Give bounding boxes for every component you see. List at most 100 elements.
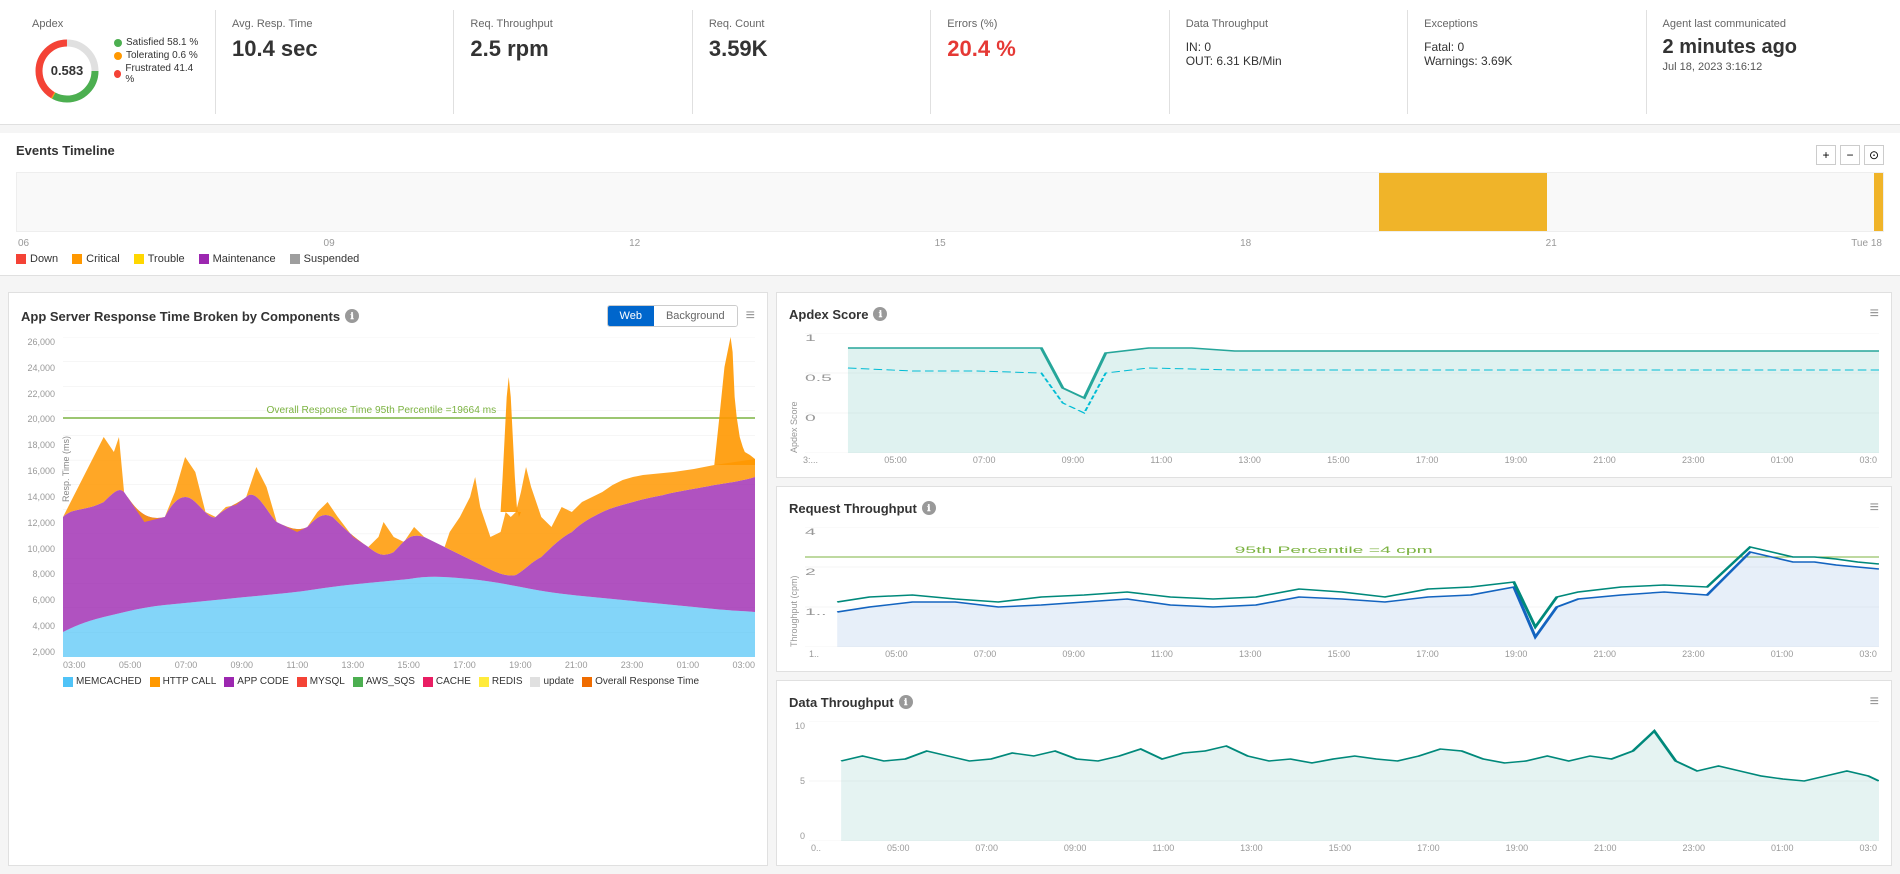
y-axis-label: Resp. Time (ms) xyxy=(61,436,71,502)
main-content: App Server Response Time Broken by Compo… xyxy=(0,284,1900,874)
avg-resp-title: Avg. Resp. Time xyxy=(232,18,437,30)
svg-text:Overall Response Time 95th Per: Overall Response Time 95th Percentile =1… xyxy=(267,405,497,416)
data-throughput-metric: Data Throughput IN: 0 OUT: 6.31 KB/Min xyxy=(1170,10,1408,114)
svg-text:0: 0 xyxy=(805,413,816,423)
update-legend-label: update xyxy=(543,676,574,687)
data-throughput-out: OUT: 6.31 KB/Min xyxy=(1186,54,1391,68)
appcode-legend-icon xyxy=(224,677,234,687)
req-throughput-y-label: Throughput (cpm) xyxy=(789,527,799,647)
cache-legend-label: CACHE xyxy=(436,676,471,687)
data-throughput-card: Data Throughput ℹ ≡ 1050 xyxy=(776,680,1892,866)
right-panel: Apdex Score ℹ ≡ Apdex Score xyxy=(776,292,1892,866)
memcached-legend-label: MEMCACHED xyxy=(76,676,142,687)
data-throughput-chart-header: Data Throughput ℹ ≡ xyxy=(789,693,1879,711)
exceptions-fatal: Fatal: 0 xyxy=(1424,40,1629,54)
req-throughput-metric: Req. Throughput 2.5 rpm xyxy=(454,10,692,114)
data-throughput-title: Data Throughput xyxy=(1186,18,1391,30)
zoom-in-button[interactable]: + xyxy=(1816,145,1836,165)
exceptions-metric: Exceptions Fatal: 0 Warnings: 3.69K xyxy=(1408,10,1646,114)
web-toggle-button[interactable]: Web xyxy=(608,306,654,326)
legend-maintenance-icon xyxy=(199,254,209,264)
awssqs-legend-icon xyxy=(353,677,363,687)
errors-value: 20.4 % xyxy=(947,36,1152,62)
zoom-out-button[interactable]: − xyxy=(1840,145,1860,165)
timeline-yellow-block xyxy=(1379,173,1547,231)
data-throughput-y-labels: 1050 xyxy=(789,721,805,841)
timeline-x-labels: 06 09 12 15 18 21 Tue 18 xyxy=(16,238,1884,249)
svg-text:1: 1 xyxy=(805,333,816,343)
legend-trouble-icon xyxy=(134,254,144,264)
req-throughput-value: 2.5 rpm xyxy=(470,36,675,62)
agent-last-value: 2 minutes ago xyxy=(1663,36,1868,59)
timeline-legend: Down Critical Trouble Maintenance Suspen… xyxy=(16,253,1884,265)
apdex-score-chart-area: 1 0.5 0 xyxy=(805,333,1879,453)
exceptions-warnings: Warnings: 3.69K xyxy=(1424,54,1629,68)
data-throughput-chart-area xyxy=(809,721,1879,841)
data-throughput-x-labels: 0..05:0007:0009:0011:00 13:0015:0017:001… xyxy=(809,843,1879,853)
timeline-yellow-right xyxy=(1874,173,1883,231)
legend-suspended-label: Suspended xyxy=(304,253,360,265)
cache-legend-icon xyxy=(423,677,433,687)
app-response-title: App Server Response Time Broken by Compo… xyxy=(21,309,359,324)
apdex-circle: 0.583 xyxy=(32,36,102,106)
legend-suspended-icon xyxy=(290,254,300,264)
x-axis-labels: 03:0005:0007:0009:0011:00 13:0015:0017:0… xyxy=(63,660,755,670)
top-metrics-bar: Apdex 0.583 Satisfied 58.1 % Tolerating … xyxy=(0,0,1900,125)
overall-legend-icon xyxy=(582,677,592,687)
background-toggle-button[interactable]: Background xyxy=(654,306,737,326)
req-throughput-x-labels: 1..05:0007:0009:0011:00 13:0015:0017:001… xyxy=(807,649,1879,659)
errors-metric: Errors (%) 20.4 % xyxy=(931,10,1169,114)
overall-legend-label: Overall Response Time xyxy=(595,676,699,687)
svg-text:1..: 1.. xyxy=(805,607,826,617)
redis-legend-label: REDIS xyxy=(492,676,523,687)
data-throughput-chart-title: Data Throughput ℹ xyxy=(789,695,913,710)
data-throughput-info-icon: ℹ xyxy=(899,695,913,709)
app-response-legend: MEMCACHED HTTP CALL APP CODE MYSQL AWS_S… xyxy=(63,676,755,687)
legend-trouble-label: Trouble xyxy=(148,253,185,265)
exceptions-title: Exceptions xyxy=(1424,18,1629,30)
req-throughput-chart-area: 4 2 1.. 95th Percentile =4 cpm xyxy=(805,527,1879,647)
agent-last-title: Agent last communicated xyxy=(1663,18,1868,30)
legend-down-icon xyxy=(16,254,26,264)
svg-text:95th Percentile =4 cpm: 95th Percentile =4 cpm xyxy=(1235,545,1433,555)
update-legend-icon xyxy=(530,677,540,687)
apdex-metric: Apdex 0.583 Satisfied 58.1 % Tolerating … xyxy=(16,10,216,114)
agent-last-date: Jul 18, 2023 3:16:12 xyxy=(1663,61,1868,73)
req-throughput-header: Request Throughput ℹ ≡ xyxy=(789,499,1879,517)
httpcall-legend-label: HTTP CALL xyxy=(163,676,217,687)
app-response-info-icon: ℹ xyxy=(345,309,359,323)
redis-legend-icon xyxy=(479,677,489,687)
zoom-controls: + − ⊙ xyxy=(1816,145,1884,165)
req-throughput-info-icon: ℹ xyxy=(922,501,936,515)
request-throughput-card: Request Throughput ℹ ≡ Throughput (cpm) … xyxy=(776,486,1892,672)
data-throughput-in: IN: 0 xyxy=(1186,40,1391,54)
req-throughput-title: Req. Throughput xyxy=(470,18,675,30)
apdex-score-info-icon: ℹ xyxy=(873,307,887,321)
req-count-title: Req. Count xyxy=(709,18,914,30)
events-timeline-section: Events Timeline + − ⊙ 06 09 12 15 18 21 … xyxy=(0,133,1900,276)
req-throughput-menu-icon[interactable]: ≡ xyxy=(1870,499,1879,517)
app-response-header: App Server Response Time Broken by Compo… xyxy=(21,305,755,327)
zoom-reset-button[interactable]: ⊙ xyxy=(1864,145,1884,165)
web-background-toggle[interactable]: Web Background xyxy=(607,305,738,327)
mysql-legend-label: MYSQL xyxy=(310,676,345,687)
events-timeline-title: Events Timeline xyxy=(16,143,115,158)
mysql-legend-icon xyxy=(297,677,307,687)
req-throughput-chart-title: Request Throughput ℹ xyxy=(789,501,936,516)
httpcall-legend-icon xyxy=(150,677,160,687)
data-throughput-menu-icon[interactable]: ≡ xyxy=(1870,693,1879,711)
app-response-chart-area: Overall Response Time 95th Percentile =1… xyxy=(63,337,755,657)
apdex-score-menu-icon[interactable]: ≡ xyxy=(1870,305,1879,323)
apdex-score-card: Apdex Score ℹ ≡ Apdex Score xyxy=(776,292,1892,478)
errors-title: Errors (%) xyxy=(947,18,1152,30)
appcode-legend-label: APP CODE xyxy=(237,676,289,687)
app-response-menu-icon[interactable]: ≡ xyxy=(746,307,755,325)
legend-maintenance-label: Maintenance xyxy=(213,253,276,265)
awssqs-legend-label: AWS_SQS xyxy=(366,676,415,687)
y-axis-labels: 26,00024,00022,00020,00018,000 16,00014,… xyxy=(21,337,59,657)
svg-text:2: 2 xyxy=(805,567,816,577)
avg-resp-value: 10.4 sec xyxy=(232,36,437,62)
apdex-score-title: Apdex Score ℹ xyxy=(789,307,887,322)
timeline-chart xyxy=(16,172,1884,232)
legend-critical-label: Critical xyxy=(86,253,120,265)
